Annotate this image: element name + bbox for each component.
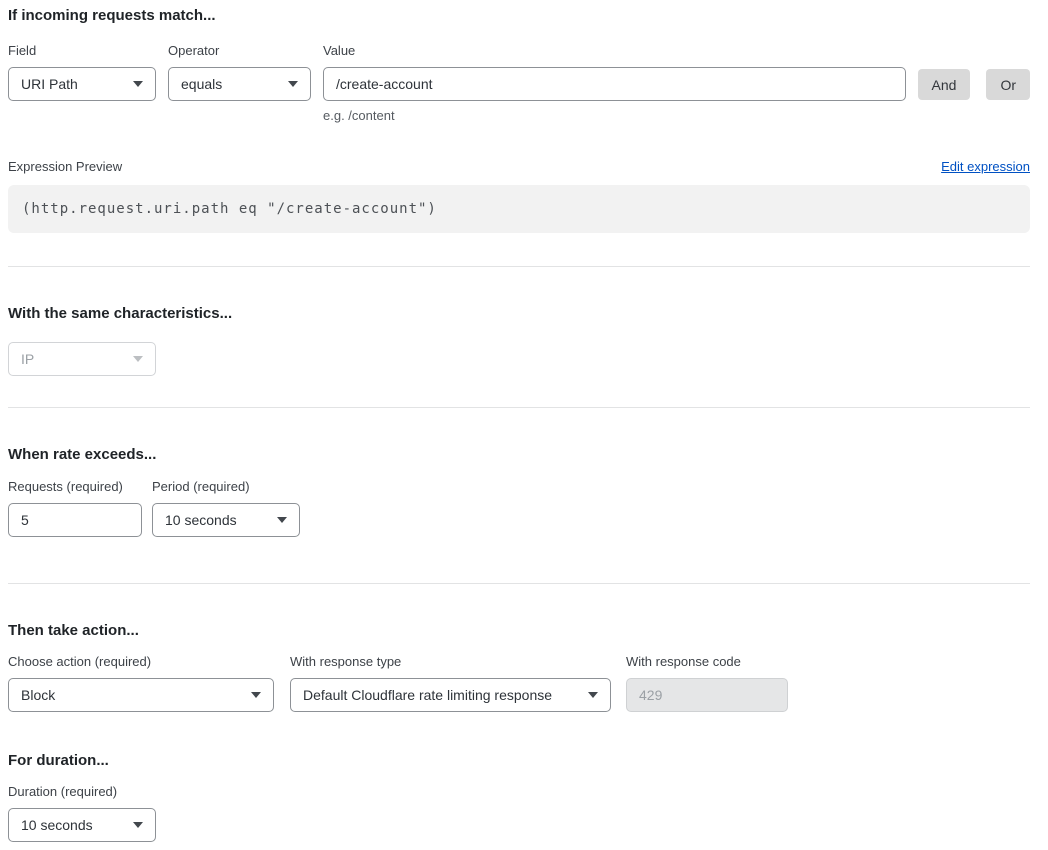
response-code-label: With response code bbox=[626, 655, 788, 669]
period-label: Period (required) bbox=[152, 480, 300, 494]
duration-select[interactable]: 10 seconds bbox=[8, 808, 156, 842]
action-heading: Then take action... bbox=[8, 623, 1030, 639]
response-type-select[interactable]: Default Cloudflare rate limiting respons… bbox=[290, 678, 611, 712]
characteristics-select-value: IP bbox=[21, 351, 34, 367]
period-select[interactable]: 10 seconds bbox=[152, 503, 300, 537]
field-column: Field URI Path bbox=[8, 44, 156, 101]
value-input[interactable] bbox=[323, 67, 906, 101]
choose-action-column: Choose action (required) Block bbox=[8, 655, 274, 712]
andor-buttons: And Or bbox=[906, 44, 1030, 100]
response-code-input bbox=[626, 678, 788, 712]
requests-column: Requests (required) bbox=[8, 480, 142, 537]
characteristics-heading: With the same characteristics... bbox=[8, 306, 1030, 322]
spacer bbox=[8, 233, 1030, 266]
action-row: Choose action (required) Block With resp… bbox=[8, 655, 1030, 712]
field-label: Field bbox=[8, 44, 156, 58]
rate-row: Requests (required) Period (required) 10… bbox=[8, 480, 1030, 537]
field-select-value: URI Path bbox=[21, 76, 78, 92]
or-button[interactable]: Or bbox=[986, 69, 1030, 100]
expression-preview-label: Expression Preview bbox=[8, 160, 122, 174]
response-code-column: With response code bbox=[626, 655, 788, 712]
spacer bbox=[8, 267, 1030, 306]
value-column: Value e.g. /content bbox=[323, 44, 906, 123]
period-select-value: 10 seconds bbox=[165, 512, 237, 528]
chevron-down-icon bbox=[588, 692, 598, 698]
and-button[interactable]: And bbox=[918, 69, 971, 100]
rate-limiting-rule-form: If incoming requests match... Field URI … bbox=[0, 0, 1048, 850]
operator-select-value: equals bbox=[181, 76, 222, 92]
expression-preview-header: Expression Preview Edit expression bbox=[8, 159, 1030, 174]
choose-action-label: Choose action (required) bbox=[8, 655, 274, 669]
spacer bbox=[8, 376, 1030, 407]
section-duration: For duration... Duration (required) 10 s… bbox=[8, 753, 1030, 842]
expression-preview-code: (http.request.uri.path eq "/create-accou… bbox=[8, 185, 1030, 233]
section-rate: When rate exceeds... Requests (required)… bbox=[8, 447, 1030, 537]
operator-column: Operator equals bbox=[168, 44, 311, 101]
duration-label: Duration (required) bbox=[8, 785, 1030, 799]
choose-action-select-value: Block bbox=[21, 687, 55, 703]
spacer bbox=[8, 584, 1030, 623]
chevron-down-icon bbox=[133, 81, 143, 87]
chevron-down-icon bbox=[277, 517, 287, 523]
chevron-down-icon bbox=[133, 356, 143, 362]
duration-select-value: 10 seconds bbox=[21, 817, 93, 833]
rate-heading: When rate exceeds... bbox=[8, 447, 1030, 463]
value-label: Value bbox=[323, 44, 906, 58]
chevron-down-icon bbox=[133, 822, 143, 828]
section-incoming-requests: If incoming requests match... Field URI … bbox=[8, 8, 1030, 233]
requests-input[interactable] bbox=[8, 503, 142, 537]
edit-expression-link[interactable]: Edit expression bbox=[941, 159, 1030, 174]
operator-label: Operator bbox=[168, 44, 311, 58]
choose-action-select[interactable]: Block bbox=[8, 678, 274, 712]
response-type-select-value: Default Cloudflare rate limiting respons… bbox=[303, 687, 552, 703]
response-type-column: With response type Default Cloudflare ra… bbox=[290, 655, 611, 712]
characteristics-select: IP bbox=[8, 342, 156, 376]
value-hint: e.g. /content bbox=[323, 108, 906, 123]
duration-heading: For duration... bbox=[8, 753, 1030, 769]
incoming-requests-heading: If incoming requests match... bbox=[8, 8, 1030, 24]
spacer bbox=[8, 408, 1030, 447]
section-characteristics: With the same characteristics... IP bbox=[8, 306, 1030, 376]
spacer bbox=[8, 537, 1030, 583]
match-expression-row: Field URI Path Operator equals Value e.g… bbox=[8, 44, 1030, 123]
chevron-down-icon bbox=[251, 692, 261, 698]
field-select[interactable]: URI Path bbox=[8, 67, 156, 101]
operator-select[interactable]: equals bbox=[168, 67, 311, 101]
requests-label: Requests (required) bbox=[8, 480, 142, 494]
period-column: Period (required) 10 seconds bbox=[152, 480, 300, 537]
section-action: Then take action... Choose action (requi… bbox=[8, 623, 1030, 842]
response-type-label: With response type bbox=[290, 655, 611, 669]
chevron-down-icon bbox=[288, 81, 298, 87]
